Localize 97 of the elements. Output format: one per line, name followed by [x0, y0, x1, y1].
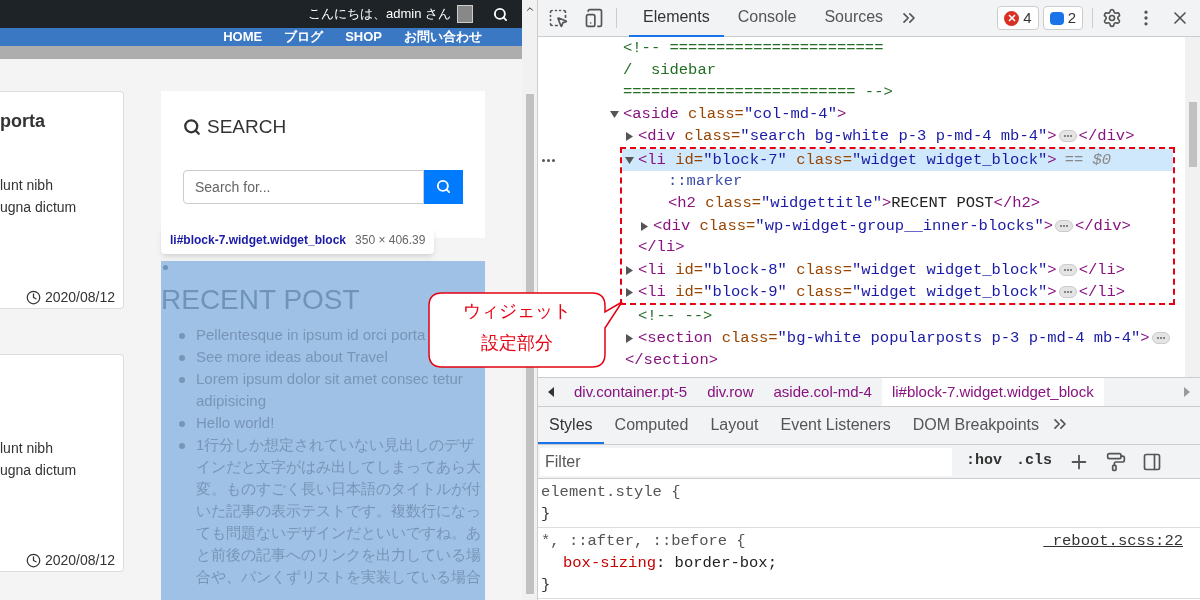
styles-tab[interactable]: Computed	[603, 408, 700, 444]
bullet-icon	[179, 421, 185, 427]
filter-field[interactable]: Filter	[540, 447, 952, 476]
inspect-icon[interactable]	[548, 8, 568, 28]
collapsed-triangle-icon[interactable]	[625, 287, 634, 297]
closing-tag[interactable]: </li>	[1078, 259, 1126, 281]
styles-tab[interactable]: Event Listeners	[769, 408, 902, 444]
collapsed-triangle-icon[interactable]	[625, 333, 634, 343]
search-icon	[436, 179, 451, 194]
filter-toggle[interactable]: .cls	[1016, 450, 1053, 473]
callout-text: ウィジェット	[463, 300, 571, 323]
scroll-left-icon[interactable]	[548, 387, 554, 397]
console-reference: == $0	[1064, 150, 1112, 171]
search-button[interactable]	[424, 169, 463, 204]
breadcrumb[interactable]: div.container.pt-5	[564, 378, 698, 406]
closing-tag[interactable]: </section>	[625, 349, 719, 371]
nav-link[interactable]: お問い合わせ	[404, 30, 482, 44]
message-icon	[1049, 11, 1064, 25]
closing-tag[interactable]: </div>	[1078, 125, 1135, 147]
breadcrumb[interactable]: li#block-7.widget.widget_block	[881, 378, 1104, 406]
search-icon	[183, 118, 201, 137]
dom-row[interactable]: <li id="block-9" class="widget widget_block"> </li>	[625, 281, 1173, 303]
rule-selector: *, ::after, ::before {	[541, 531, 746, 552]
settings-icon[interactable]	[1102, 8, 1122, 28]
post-excerpt-line: ugna dictum	[0, 461, 78, 481]
scroll-right-icon[interactable]	[1184, 387, 1190, 397]
bullet-icon	[179, 443, 185, 449]
widget-title: SEARCH	[207, 115, 287, 139]
rule-selector: element.style {	[541, 482, 681, 503]
ellipsis-badge[interactable]	[1058, 130, 1077, 142]
paint-roller-icon[interactable]	[1106, 451, 1127, 472]
filter-toggle[interactable]: :hov	[966, 450, 1002, 473]
styles-tab[interactable]: Layout	[699, 408, 770, 444]
tooltip-selector: li#block-7.widget.widget_block	[170, 232, 347, 249]
device-icon[interactable]	[584, 8, 604, 28]
collapsed-triangle-icon[interactable]	[625, 131, 634, 141]
closing-tag[interactable]: </li>	[638, 236, 685, 260]
post-date: 2020/08/12	[44, 551, 115, 570]
panel-tab[interactable]: Sources	[810, 0, 898, 37]
dom-node-code[interactable]: <div class="wp-widget-group__inner-blocks">	[653, 215, 1053, 237]
post-excerpt-line: lunt nibh	[0, 176, 54, 196]
ellipsis-badge[interactable]	[1058, 286, 1077, 298]
panel-tab[interactable]: Console	[723, 0, 811, 37]
nav-link[interactable]: ブログ	[284, 30, 324, 44]
bullet-icon	[179, 355, 185, 361]
scroll-up-icon[interactable]	[524, 4, 535, 14]
post-date: 2020/08/12	[44, 288, 115, 307]
clock-icon	[25, 290, 41, 305]
dom-node-code[interactable]: <li id="block-8" class="widget widget_block">	[638, 259, 1057, 281]
rule-close-brace: }	[541, 575, 552, 596]
more-dots-icon[interactable]	[542, 159, 555, 162]
styles-tab[interactable]: DOM Breakpoints	[901, 408, 1050, 444]
breadcrumb[interactable]: div.row	[697, 378, 764, 406]
tree-scrollbar[interactable]	[1185, 37, 1200, 377]
error-badge[interactable]: 4	[997, 6, 1039, 30]
collapsed-triangle-icon[interactable]	[640, 221, 649, 231]
post-title[interactable]: porta	[0, 107, 45, 135]
message-badge[interactable]: 2	[1042, 6, 1083, 30]
clock-icon	[25, 553, 41, 568]
ellipsis-badge[interactable]	[1058, 264, 1077, 276]
dom-row[interactable]: <div class="search bg-white p-3 p-md-4 mb-4"> </div>	[625, 125, 1135, 147]
search-icon[interactable]	[493, 6, 508, 22]
html-comment: <!-- -->	[638, 306, 713, 327]
post-excerpt-line: lunt nibh	[0, 439, 54, 459]
bullet-icon	[179, 377, 185, 383]
nav-link[interactable]: SHOP	[345, 30, 382, 44]
css-declaration[interactable]: box-sizing: border-box;	[541, 552, 1197, 574]
ellipsis-badge[interactable]	[1151, 332, 1170, 344]
pseudo-element[interactable]: ::marker	[653, 170, 743, 194]
dom-node-code[interactable]: <div class="search bg-white p-3 p-md-4 mb-4">	[638, 125, 1057, 147]
dom-node-code[interactable]: <li id="block-7" class="widget widget_block">	[638, 149, 1057, 171]
error-icon	[1004, 10, 1020, 26]
search-field[interactable]: Search for...	[183, 169, 424, 204]
sidebar-toggle-icon[interactable]	[1142, 451, 1163, 472]
expanded-triangle-icon[interactable]	[625, 155, 634, 165]
rule-close-brace: }	[541, 504, 552, 525]
dom-row[interactable]: <section class="bg-white popularposts p-3 p-md-4 mb-4"> </section>	[625, 327, 1185, 371]
bullet-icon	[179, 333, 185, 339]
dom-node-code[interactable]: <li id="block-9" class="widget widget_block">	[638, 281, 1057, 303]
ellipsis-badge[interactable]	[1055, 220, 1073, 232]
dom-node-code[interactable]: <h2 class="widgettitle">RECENT POST</h2>	[653, 192, 1041, 216]
html-comment: <!-- ======================= / sidebar ========================= -->	[623, 38, 893, 103]
post-excerpt-line: ugna dictum	[0, 198, 78, 218]
closing-tag[interactable]: </li>	[1078, 281, 1126, 303]
greeting-text: こんにちは、admin さん	[307, 5, 451, 24]
tooltip-size: 350 × 406.39	[355, 232, 426, 249]
dom-row[interactable]: <li id="block-8" class="widget widget_block"> </li>	[625, 259, 1173, 281]
nav-link[interactable]: HOME	[223, 30, 263, 44]
dom-row[interactable]: <div class="wp-widget-group__inner-blocks"> </div>	[640, 215, 1173, 237]
source-link[interactable]: _reboot.scss:22	[1043, 530, 1197, 552]
collapsed-triangle-icon[interactable]	[625, 265, 634, 275]
expanded-triangle-icon[interactable]	[610, 109, 619, 119]
closing-tag[interactable]: </div>	[1075, 215, 1131, 237]
dom-node-code[interactable]: <section class="bg-white popularposts p-3 p-md-4 mb-4">	[638, 327, 1150, 349]
panel-tab[interactable]: Elements	[629, 0, 724, 37]
callout-text: 設定部分	[481, 332, 553, 355]
breadcrumb[interactable]: aside.col-md-4	[763, 378, 882, 406]
